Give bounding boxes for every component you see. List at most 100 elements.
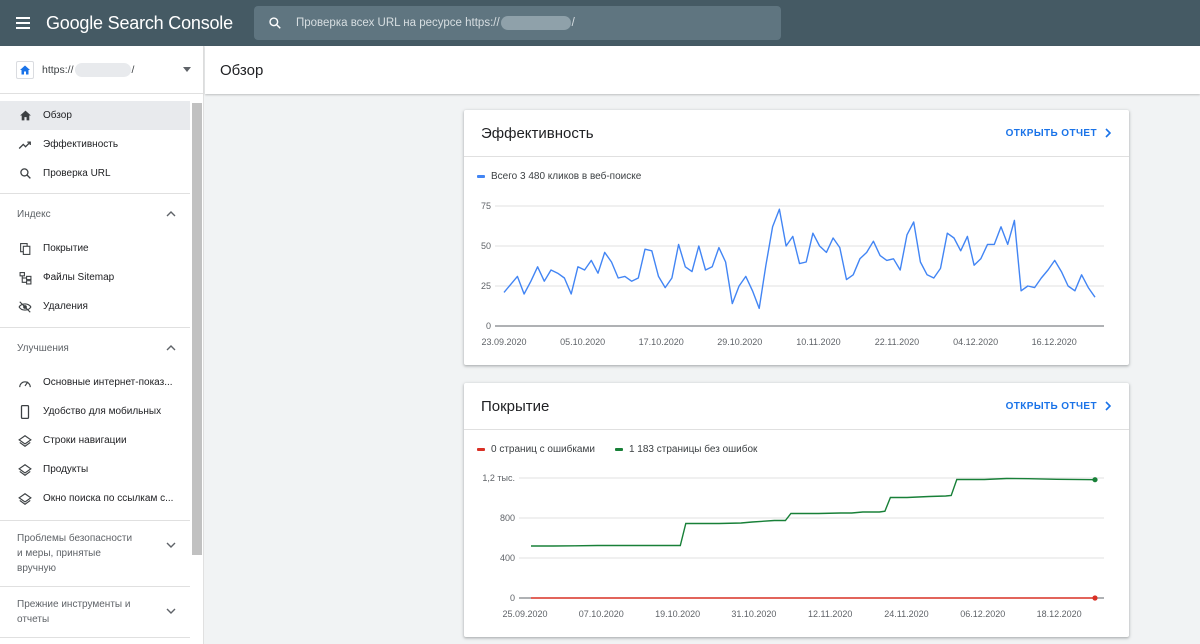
sitemap-icon (18, 271, 32, 285)
performance-chart: 75 50 25 0 23.09.2020 05.10.2020 17.10.2020 29.… (481, 201, 1104, 347)
x-tick-label: 05.10.2020 (560, 337, 605, 347)
dropdown-arrow-icon[interactable] (183, 67, 191, 72)
series-end-point-errors (1092, 595, 1098, 601)
sidebar-item-label: Покрытие (43, 243, 89, 254)
x-tick-label: 22.11.2020 (875, 337, 919, 347)
section-enhancements-toggle[interactable]: Улучшения (0, 328, 190, 368)
sidebar-item-label: Удобство для мобильных (43, 406, 162, 417)
section-legacy-heading: Прежние инструменты и отчеты (17, 597, 130, 627)
property-selector[interactable]: https:// / (0, 46, 203, 94)
search-placeholder-prefix: Проверка всех URL на ресурсе https:// (296, 17, 500, 29)
home-icon (18, 109, 32, 123)
sidebar-item-removals[interactable]: Удаления (0, 292, 190, 321)
sidebar-item-label: Основные интернет-показ... (43, 377, 173, 388)
legend-item-valid[interactable]: 1 183 страницы без ошибок (614, 444, 758, 455)
section-index-toggle[interactable]: Индекс (0, 194, 190, 234)
chevron-up-icon (166, 345, 176, 351)
sidebar-item-sitelinks-searchbox[interactable]: Окно поиска по ссылкам с... (0, 484, 190, 513)
legend-label: 1 183 страницы без ошибок (628, 444, 758, 455)
sidebar-divider (0, 637, 190, 638)
menu-icon[interactable] (16, 16, 36, 30)
sidebar-item-sitemaps[interactable]: Файлы Sitemap (0, 263, 190, 292)
legend-label: 0 страниц с ошибками (491, 444, 595, 455)
redacted-property (74, 62, 131, 77)
legend-item-clicks[interactable]: Всего 3 480 кликов в веб-поиске (477, 171, 641, 182)
chevron-down-icon (166, 608, 176, 614)
chevron-up-icon (166, 211, 176, 217)
x-tick-label: 19.10.2020 (655, 609, 700, 619)
x-tick-label: 04.12.2020 (953, 337, 998, 347)
sidebar-item-label: Обзор (43, 110, 72, 121)
search-icon (18, 167, 32, 181)
open-report-label: ОТКРЫТЬ ОТЧЕТ (1005, 400, 1097, 412)
y-tick-label: 1,2 тыс. (482, 473, 515, 483)
legacy-heading-line: Прежние инструменты и (17, 599, 131, 610)
x-tick-label: 25.09.2020 (502, 609, 547, 619)
x-tick-label: 17.10.2020 (639, 337, 684, 347)
property-url-suffix: / (131, 63, 135, 76)
security-heading-line: и меры, принятые (17, 548, 101, 559)
coverage-legend: 0 страниц с ошибками 1 183 страницы без … (464, 444, 1129, 455)
legend-swatch (614, 448, 623, 451)
performance-open-report-button[interactable]: ОТКРЫТЬ ОТЧЕТ (1006, 128, 1111, 139)
legend-swatch (477, 175, 485, 178)
sidebar-item-mobile-usability[interactable]: Удобство для мобильных (0, 397, 190, 426)
y-tick-label: 400 (500, 553, 515, 563)
x-tick-label: 16.12.2020 (1032, 337, 1077, 347)
legacy-heading-line: отчеты (17, 614, 50, 625)
layers-icon (18, 434, 32, 448)
section-security-toggle[interactable]: Проблемы безопасности и меры, принятые в… (0, 521, 190, 586)
sidebar-item-products[interactable]: Продукты (0, 455, 190, 484)
app-title[interactable]: Google Search Console (46, 13, 233, 34)
y-tick-label: 0 (510, 593, 515, 603)
chevron-right-icon (1105, 401, 1111, 411)
property-home-icon (16, 60, 34, 79)
page-title: Обзор (220, 61, 264, 79)
file-copy-icon (18, 242, 32, 256)
series-line-clicks (503, 208, 1096, 310)
sidebar-item-label: Удаления (43, 301, 88, 312)
speed-icon (18, 376, 32, 390)
section-legacy-tools-toggle[interactable]: Прежние инструменты и отчеты (0, 587, 190, 637)
sidebar-item-label: Проверка URL (43, 168, 111, 179)
search-icon (269, 17, 281, 29)
trending-up-icon (18, 138, 32, 152)
section-index-heading: Индекс (17, 208, 51, 220)
x-tick-label: 23.09.2020 (481, 337, 526, 347)
y-tick-label: 800 (500, 513, 515, 523)
sidebar-item-overview[interactable]: Обзор (0, 101, 190, 130)
y-tick-label: 50 (481, 241, 491, 251)
x-tick-label: 31.10.2020 (731, 609, 776, 619)
url-inspection-search[interactable]: Проверка всех URL на ресурсе https:// / (254, 6, 781, 40)
x-tick-label: 24.11.2020 (884, 609, 928, 619)
sidebar-item-breadcrumbs[interactable]: Строки навигации (0, 426, 190, 455)
visibility-off-icon (18, 300, 32, 314)
sidebar-scrollbar[interactable] (192, 103, 202, 555)
y-tick-label: 25 (481, 281, 491, 291)
search-placeholder-suffix: / (571, 17, 575, 29)
section-enhancements-heading: Улучшения (17, 342, 69, 354)
open-report-label: ОТКРЫТЬ ОТЧЕТ (1005, 127, 1097, 139)
series-end-point-valid (1092, 477, 1098, 483)
coverage-card: Покрытие ОТКРЫТЬ ОТЧЕТ 0 страниц с ошибк… (464, 383, 1129, 637)
x-tick-label: 10.11.2020 (796, 337, 840, 347)
smartphone-icon (18, 404, 32, 419)
sidebar-item-core-web-vitals[interactable]: Основные интернет-показ... (0, 368, 190, 397)
sidebar-item-coverage[interactable]: Покрытие (0, 234, 190, 263)
security-heading-line: Проблемы безопасности (17, 533, 133, 544)
coverage-chart: 1,2 тыс. 800 400 0 25.09.2020 07.10.2020 19.10… (482, 473, 1104, 619)
sidebar-item-performance[interactable]: Эффективность (0, 130, 190, 159)
sidebar-item-url-inspection[interactable]: Проверка URL (0, 159, 190, 188)
chevron-right-icon (1105, 128, 1111, 138)
legend-item-errors[interactable]: 0 страниц с ошибками (477, 444, 595, 455)
layers-icon (18, 463, 32, 477)
main-header: Обзор (205, 46, 1200, 94)
search-input[interactable]: Проверка всех URL на ресурсе https:// / (296, 16, 575, 30)
performance-legend: Всего 3 480 кликов в веб-поиске (464, 171, 1129, 182)
coverage-open-report-button[interactable]: ОТКРЫТЬ ОТЧЕТ (1006, 401, 1111, 412)
redacted-domain (500, 16, 571, 30)
layers-icon (18, 492, 32, 506)
sidebar-item-label: Эффективность (43, 139, 119, 150)
y-tick-label: 75 (481, 201, 491, 211)
property-url: https:// / (42, 62, 135, 77)
